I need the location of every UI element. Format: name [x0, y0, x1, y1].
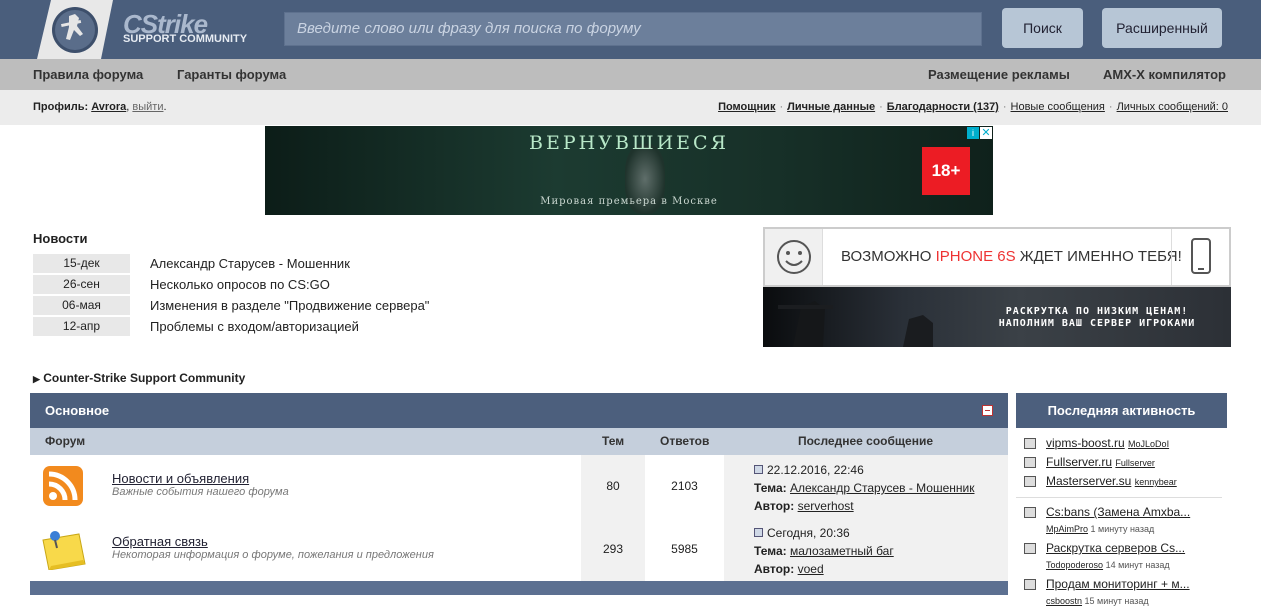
- logo-subtitle: SUPPORT COMMUNITY: [123, 33, 248, 45]
- col-last-post: Последнее сообщение: [798, 434, 933, 448]
- thanks-link[interactable]: Благодарности (137): [887, 101, 999, 113]
- site-logo[interactable]: CStrike SUPPORT COMMUNITY: [33, 0, 263, 59]
- sidebar-top-item[interactable]: vipms-boost.ru MoJLoDoI: [1024, 435, 1227, 452]
- news-title[interactable]: Несколько опросов по CS:GO: [130, 275, 330, 296]
- smiley-icon: [765, 229, 823, 285]
- category-title: Основное: [45, 403, 110, 418]
- sticky-note-icon: [42, 531, 86, 570]
- sidebar-title: Последняя активность: [1016, 393, 1227, 428]
- sidebar-recent-item[interactable]: Продам мониторинг + м... csboostn 15 мину…: [1024, 576, 1227, 609]
- list-icon: [1024, 579, 1036, 590]
- last-post-topic-link[interactable]: малозаметный баг: [790, 544, 894, 558]
- category-footer: [30, 581, 1008, 595]
- last-post: Сегодня, 20:36 Тема: малозаметный баг Ав…: [724, 518, 1008, 581]
- ad-info-icon[interactable]: i: [967, 127, 979, 139]
- promo-line-2: НАПОЛНИМ ВАШ СЕРВЕР ИГРОКАМИ: [998, 318, 1196, 329]
- sidebar-top-item[interactable]: Masterserver.su kennybear: [1024, 473, 1227, 490]
- banner-title: ВЕРНУВШИЕСЯ: [529, 132, 729, 154]
- news-item[interactable]: 15-дек Александр Старусев - Мошенник: [33, 254, 453, 275]
- personal-data-link[interactable]: Личные данные: [787, 101, 875, 113]
- breadcrumb-link[interactable]: Counter-Strike Support Community: [43, 371, 245, 385]
- list-icon: [1024, 438, 1036, 449]
- col-topics: Тем: [602, 434, 625, 448]
- last-post-date: 22.12.2016, 22:46: [767, 463, 864, 477]
- news-item[interactable]: 26-сен Несколько опросов по CS:GO: [33, 275, 453, 296]
- last-post-author-link[interactable]: serverhost: [798, 499, 854, 513]
- category-header: Основное: [30, 393, 1008, 428]
- last-post-topic-link[interactable]: Александр Старусев - Мошенник: [790, 481, 975, 495]
- topics-count: 80: [581, 455, 645, 518]
- news-item[interactable]: 12-апр Проблемы с входом/авторизацией: [33, 317, 453, 338]
- collapse-icon[interactable]: [982, 405, 993, 416]
- ad-close-icon[interactable]: ✕: [980, 127, 992, 139]
- movie-ad-banner[interactable]: ВЕРНУВШИЕСЯ Мировая премьера в Москве 18…: [265, 126, 993, 215]
- banner-subtitle: Мировая премьера в Москве: [540, 196, 718, 207]
- news-title[interactable]: Проблемы с входом/авторизацией: [130, 317, 359, 338]
- forum-row: Обратная связь Некоторая информация о фо…: [30, 518, 1008, 581]
- new-messages-link[interactable]: Новые сообщения: [1011, 101, 1105, 113]
- top-header: CStrike SUPPORT COMMUNITY Введите слово …: [0, 0, 1261, 59]
- post-icon[interactable]: [754, 528, 763, 537]
- profile-bar: Профиль: Avrora, выйти. Помощник · Личные …: [0, 90, 1261, 125]
- news-item[interactable]: 06-мая Изменения в разделе "Продвижение с…: [33, 296, 453, 317]
- profile-label: Профиль:: [33, 101, 89, 113]
- triangle-right-icon: ▶: [33, 374, 40, 384]
- sidebar-divider: [1016, 497, 1222, 498]
- phone-icon: [1171, 229, 1229, 285]
- col-forum: Форум: [45, 434, 86, 448]
- iphone-ad-text: ВОЗМОЖНО IPHONE 6S ЖДЕТ ИМЕННО ТЕБЯ!: [841, 248, 1182, 265]
- profile-username-link[interactable]: Avrora: [91, 101, 126, 113]
- private-messages-link[interactable]: Личных сообщений: 0: [1117, 101, 1228, 113]
- nav-amx-compiler[interactable]: AMX-X компилятор: [1103, 59, 1226, 90]
- last-post-author-link[interactable]: voed: [798, 562, 824, 576]
- iphone-ad-banner[interactable]: ВОЗМОЖНО IPHONE 6S ЖДЕТ ИМЕННО ТЕБЯ!: [763, 227, 1231, 287]
- forum-category-main: Основное Форум Тем Ответов Последнее соо…: [30, 393, 1008, 596]
- nav-bar: Правила форума Гаранты форума Размещение…: [0, 59, 1261, 90]
- last-post: 22.12.2016, 22:46 Тема: Александр Старус…: [724, 455, 1008, 518]
- forum-description: Важные события нашего форума: [112, 486, 289, 498]
- col-answers: Ответов: [660, 434, 710, 448]
- nav-ads[interactable]: Размещение рекламы: [928, 59, 1070, 90]
- rss-icon: [43, 466, 83, 506]
- advanced-search-button[interactable]: Расширенный: [1102, 8, 1222, 48]
- answers-count: 2103: [645, 455, 724, 518]
- forum-title-link[interactable]: Новости и объявления: [112, 471, 249, 486]
- search-button[interactable]: Поиск: [1002, 8, 1083, 48]
- table-header: Форум Тем Ответов Последнее сообщение: [30, 428, 1008, 455]
- news-date: 15-дек: [33, 254, 130, 273]
- post-icon[interactable]: [754, 465, 763, 474]
- list-icon: [1024, 476, 1036, 487]
- helper-link[interactable]: Помощник: [718, 101, 775, 113]
- forum-title-link[interactable]: Обратная связь: [112, 534, 208, 549]
- soldiers-image: [778, 301, 933, 347]
- news-heading: Новости: [33, 231, 88, 246]
- list-icon: [1024, 543, 1036, 554]
- sidebar-recent-item[interactable]: Cs:bans (Замена Amxba... MpAimPro 1 минут…: [1024, 504, 1227, 537]
- answers-count: 5985: [645, 518, 724, 581]
- news-title[interactable]: Изменения в разделе "Продвижение сервера…: [130, 296, 429, 317]
- nav-guarantors[interactable]: Гаранты форума: [177, 59, 286, 90]
- news-date: 12-апр: [33, 317, 130, 336]
- breadcrumb[interactable]: ▶ Counter-Strike Support Community: [33, 371, 245, 385]
- news-block: Новости 15-дек Александр Старусев - Мошен…: [33, 231, 453, 338]
- forum-description: Некоторая информация о форуме, пожелания…: [112, 549, 434, 561]
- news-title[interactable]: Александр Старусев - Мошенник: [130, 254, 350, 275]
- sidebar-recent-item[interactable]: Раскрутка серверов Cs... Todopoderoso 14 …: [1024, 540, 1227, 573]
- forum-row: Новости и объявления Важные события наше…: [30, 455, 1008, 518]
- sidebar-top-item[interactable]: Fullserver.ru Fullserver: [1024, 454, 1227, 471]
- search-input[interactable]: Введите слово или фразу для поиска по фо…: [284, 12, 982, 46]
- news-date: 06-мая: [33, 296, 130, 315]
- age-rating-badge: 18+: [922, 147, 970, 195]
- list-icon: [1024, 457, 1036, 468]
- last-post-date: Сегодня, 20:36: [767, 526, 850, 540]
- logout-link[interactable]: выйти: [132, 101, 163, 113]
- news-date: 26-сен: [33, 275, 130, 294]
- promo-line-1: РАСКРУТКА ПО НИЗКИМ ЦЕНАМ!: [1005, 306, 1189, 317]
- list-icon: [1024, 507, 1036, 518]
- recent-activity-sidebar: Последняя активность vipms-boost.ru MoJL…: [1016, 393, 1227, 606]
- topics-count: 293: [581, 518, 645, 581]
- server-promo-banner[interactable]: РАСКРУТКА ПО НИЗКИМ ЦЕНАМ! НАПОЛНИМ ВАШ …: [763, 287, 1231, 347]
- nav-rules[interactable]: Правила форума: [33, 59, 143, 90]
